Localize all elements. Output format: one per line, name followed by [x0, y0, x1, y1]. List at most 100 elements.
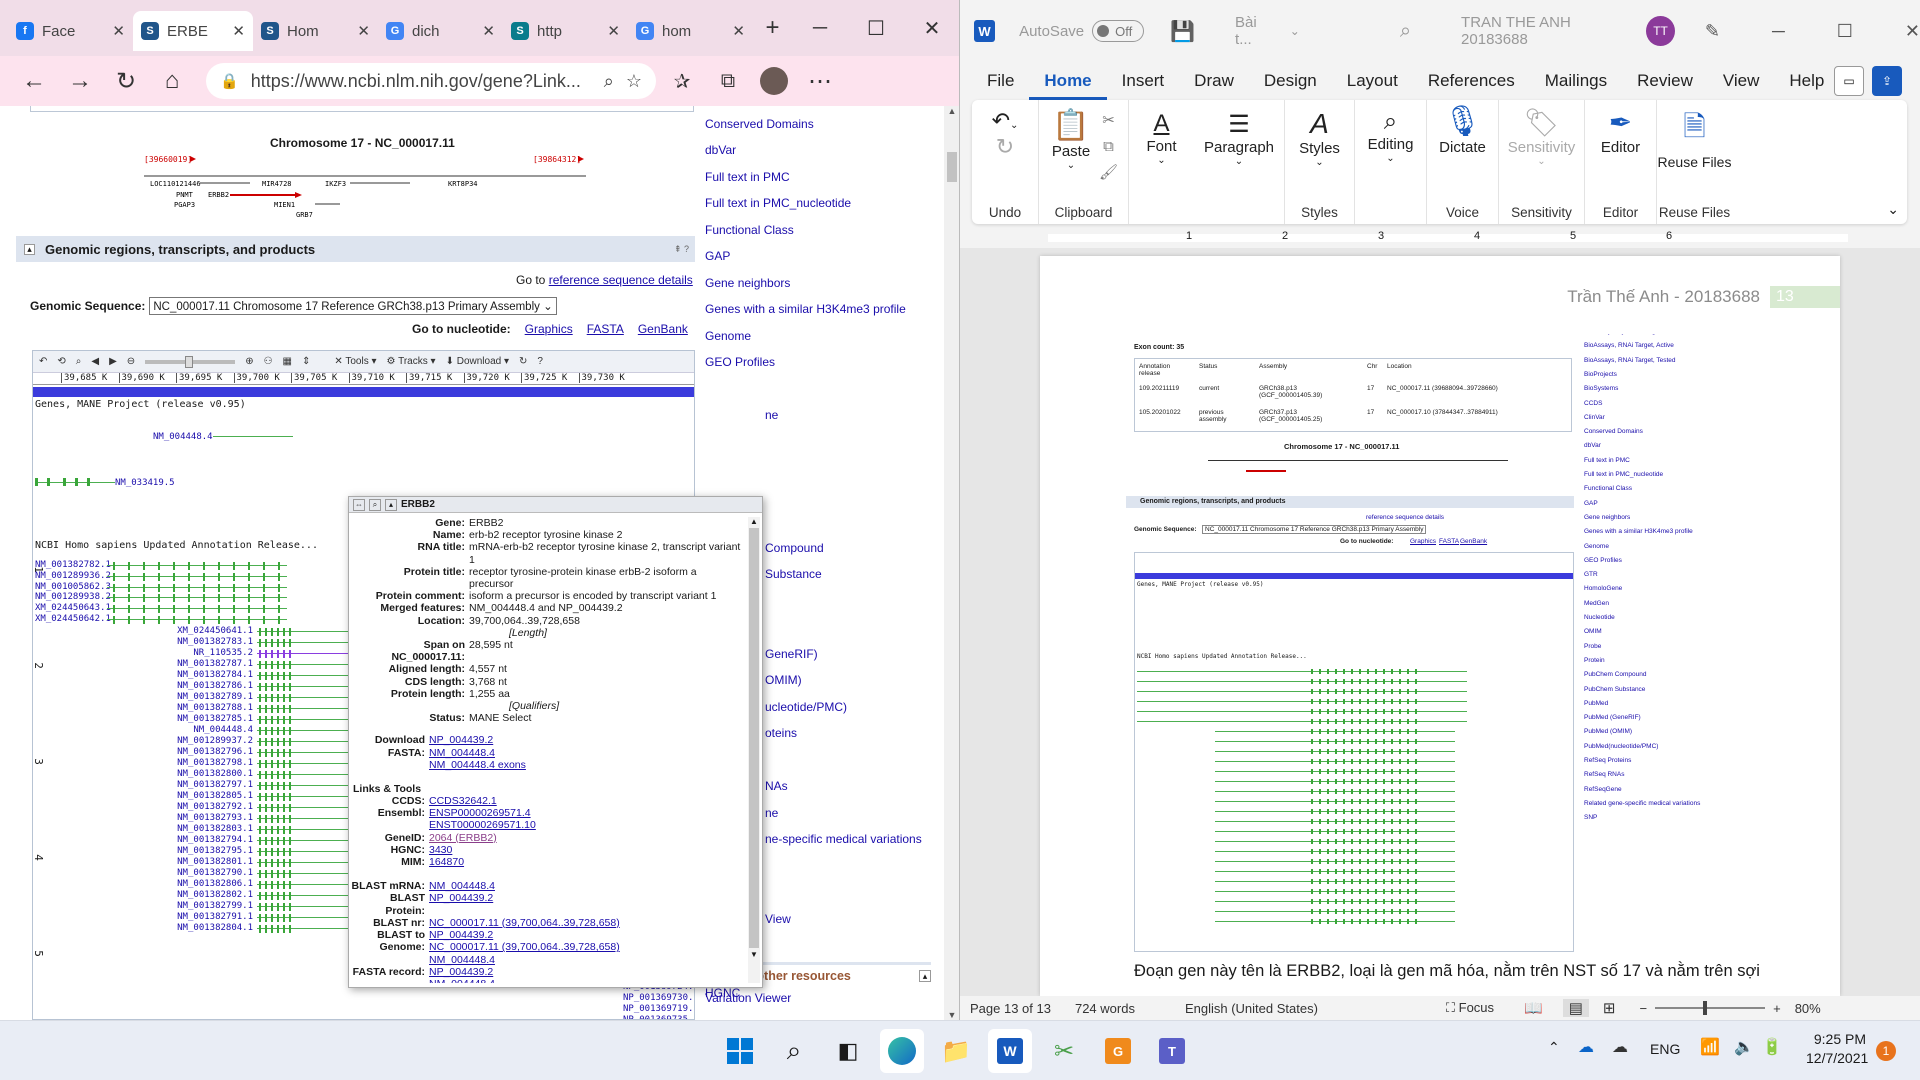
favorite-star-icon[interactable]: ☆: [626, 71, 642, 92]
document-title[interactable]: Bài t...: [1235, 14, 1276, 48]
reset-icon[interactable]: ⟲: [57, 356, 65, 367]
popup-link[interactable]: 2064 (ERBB2): [429, 832, 742, 844]
related-link[interactable]: Functional Class: [705, 217, 935, 244]
mini-related-link[interactable]: Nucleotide: [1584, 614, 1615, 621]
comments-button[interactable]: ▭: [1834, 66, 1864, 96]
editor-button[interactable]: ✒ Editor: [1585, 106, 1656, 156]
teams-button[interactable]: T: [1150, 1029, 1194, 1073]
browser-tab[interactable]: f Face ✕: [8, 11, 133, 51]
transcript-label[interactable]: NM_001382783.1: [153, 637, 253, 647]
transcript-label[interactable]: NM_001382792.1: [153, 802, 253, 812]
transcript-label[interactable]: NM_001382796.1: [153, 747, 253, 757]
reference-sequence-link[interactable]: reference sequence details: [549, 273, 693, 287]
task-view-button[interactable]: ◧: [826, 1029, 870, 1073]
search-button[interactable]: ⌕: [772, 1029, 816, 1073]
transcript-label[interactable]: NM_001289938.2: [35, 592, 111, 602]
search-icon[interactable]: ⌕: [369, 498, 381, 511]
collapse-icon[interactable]: ▴: [24, 243, 35, 255]
address-bar[interactable]: 🔒 https://www.ncbi.nlm.nih.gov/gene?Link…: [206, 63, 656, 99]
genbank-link[interactable]: GenBank: [638, 322, 688, 336]
start-button[interactable]: [718, 1029, 762, 1073]
clock[interactable]: 9:25 PM 12/7/2021: [1806, 1031, 1868, 1066]
mane-transcript-label[interactable]: NM_004448.4: [153, 432, 213, 442]
mini-related-link[interactable]: PubMed (OMIM): [1584, 728, 1632, 735]
mini-genomic-seq-value[interactable]: NC_000017.11 Chromosome 17 Reference GRC…: [1202, 525, 1427, 534]
back-button[interactable]: ←: [14, 61, 54, 101]
mini-related-link[interactable]: Related gene-specific medical variations: [1584, 800, 1700, 807]
file-explorer-button[interactable]: 📁: [934, 1029, 978, 1073]
mini-related-link[interactable]: Full text in PMC_nucleotide: [1584, 471, 1663, 478]
zoom-slider[interactable]: [1655, 1001, 1766, 1015]
mini-related-link[interactable]: MedGen: [1584, 600, 1609, 607]
mini-related-link[interactable]: PubMed: [1584, 700, 1608, 707]
mini-related-link[interactable]: Gene neighbors: [1584, 514, 1630, 521]
transcript-label[interactable]: NR_110535.2: [153, 648, 253, 658]
mane-transcript-label[interactable]: NM_033419.5: [115, 478, 175, 488]
search-icon[interactable]: ⌕: [76, 356, 82, 367]
popup-link[interactable]: NM_004448.4: [429, 978, 742, 983]
mini-related-link[interactable]: Full text in PMC: [1584, 457, 1630, 464]
focus-button[interactable]: ⛶ Focus: [1446, 1000, 1494, 1016]
mini-related-link[interactable]: BioSystems: [1584, 385, 1618, 392]
language[interactable]: English (United States): [1185, 1001, 1318, 1016]
show-hidden-icons[interactable]: ⌃: [1548, 1039, 1560, 1056]
browser-tab[interactable]: S Hom ✕: [253, 11, 378, 51]
tab-close-icon[interactable]: ✕: [607, 22, 620, 40]
zoom-slider[interactable]: [145, 355, 236, 368]
transcript-label[interactable]: NM_001382797.1: [153, 780, 253, 790]
flag-icon[interactable]: ▦: [283, 356, 292, 367]
profile-button[interactable]: [754, 61, 794, 101]
related-link-partial[interactable]: ne: [705, 402, 935, 429]
mini-related-link[interactable]: Protein: [1584, 657, 1605, 664]
transcript-label[interactable]: NM_001382806.1: [153, 879, 253, 889]
transcript-label[interactable]: NM_001382784.1: [153, 670, 253, 680]
ribbon-tab-insert[interactable]: Insert: [1107, 62, 1180, 100]
notification-badge[interactable]: 1: [1876, 1041, 1896, 1061]
mini-related-link[interactable]: Probe: [1584, 643, 1601, 650]
copy-icon[interactable]: ⧉: [1099, 134, 1118, 160]
ribbon-tab-design[interactable]: Design: [1249, 62, 1332, 100]
dictate-button[interactable]: 🎙 Dictate: [1427, 104, 1498, 156]
mini-related-link[interactable]: HomoloGene: [1584, 585, 1622, 592]
home-button[interactable]: ⌂: [152, 61, 192, 101]
mini-related-link[interactable]: CCDS: [1584, 400, 1602, 407]
edge-taskbar-button[interactable]: [880, 1029, 924, 1073]
language-indicator[interactable]: ENG: [1650, 1041, 1680, 1057]
transcript-label[interactable]: XM_024450643.1: [35, 603, 111, 613]
wifi-icon[interactable]: 📶: [1700, 1037, 1720, 1057]
editing-button[interactable]: ⌕ Editing ⌄: [1354, 100, 1426, 224]
transcript-label[interactable]: NM_001382790.1: [153, 868, 253, 878]
transcript-label[interactable]: NM_001382800.1: [153, 769, 253, 779]
related-link[interactable]: Conserved Domains: [705, 111, 935, 138]
collections-button[interactable]: ⧉: [708, 61, 748, 101]
popup-link[interactable]: NC_000017.11 (39,700,064..39,728,658): [429, 917, 742, 929]
autosave-toggle[interactable]: Off: [1092, 20, 1145, 42]
transcript-label[interactable]: NM_001382788.1: [153, 703, 253, 713]
related-link[interactable]: dbVar: [705, 137, 935, 164]
popup-link[interactable]: NP_004439.2: [429, 966, 742, 978]
popup-link[interactable]: ENSP00000269571.4: [429, 807, 742, 819]
transcript-label[interactable]: NM_001382802.1: [153, 890, 253, 900]
mini-related-link[interactable]: GAP: [1584, 500, 1598, 507]
transcript-label[interactable]: NM_001382799.1: [153, 901, 253, 911]
browser-tab[interactable]: Shttp ✕: [503, 11, 628, 51]
mini-fasta-link[interactable]: FASTA: [1439, 538, 1459, 545]
mini-related-link[interactable]: RefSeq Proteins: [1584, 757, 1631, 764]
maximize-button[interactable]: ☐: [1837, 21, 1853, 42]
user-avatar[interactable]: TT: [1646, 16, 1675, 46]
mini-related-link[interactable]: OMIM: [1584, 628, 1602, 635]
protein-label[interactable]: NP_001369730.1: [623, 993, 694, 1003]
download-menu[interactable]: ⬇ Download ▾: [446, 356, 509, 367]
popup-link[interactable]: NM_004448.4: [429, 880, 742, 892]
undo-icon[interactable]: ↶: [39, 356, 47, 367]
transcript-label[interactable]: NM_001005862.3: [35, 582, 111, 592]
transcript-label[interactable]: NM_001289937.2: [153, 736, 253, 746]
close-window-button[interactable]: ✕: [904, 0, 959, 56]
paragraph-button[interactable]: ☰ Paragraph ⌄: [1194, 100, 1284, 224]
popup-link[interactable]: ENST00000269571.10: [429, 819, 742, 831]
minimize-button[interactable]: ─: [792, 0, 848, 56]
popup-scrollbar[interactable]: ▲ ▼: [748, 517, 760, 983]
tracks-menu[interactable]: ⚙ Tracks ▾: [387, 356, 436, 367]
snipping-tool-button[interactable]: ✂: [1042, 1029, 1086, 1073]
ribbon-tab-file[interactable]: File: [972, 62, 1029, 100]
